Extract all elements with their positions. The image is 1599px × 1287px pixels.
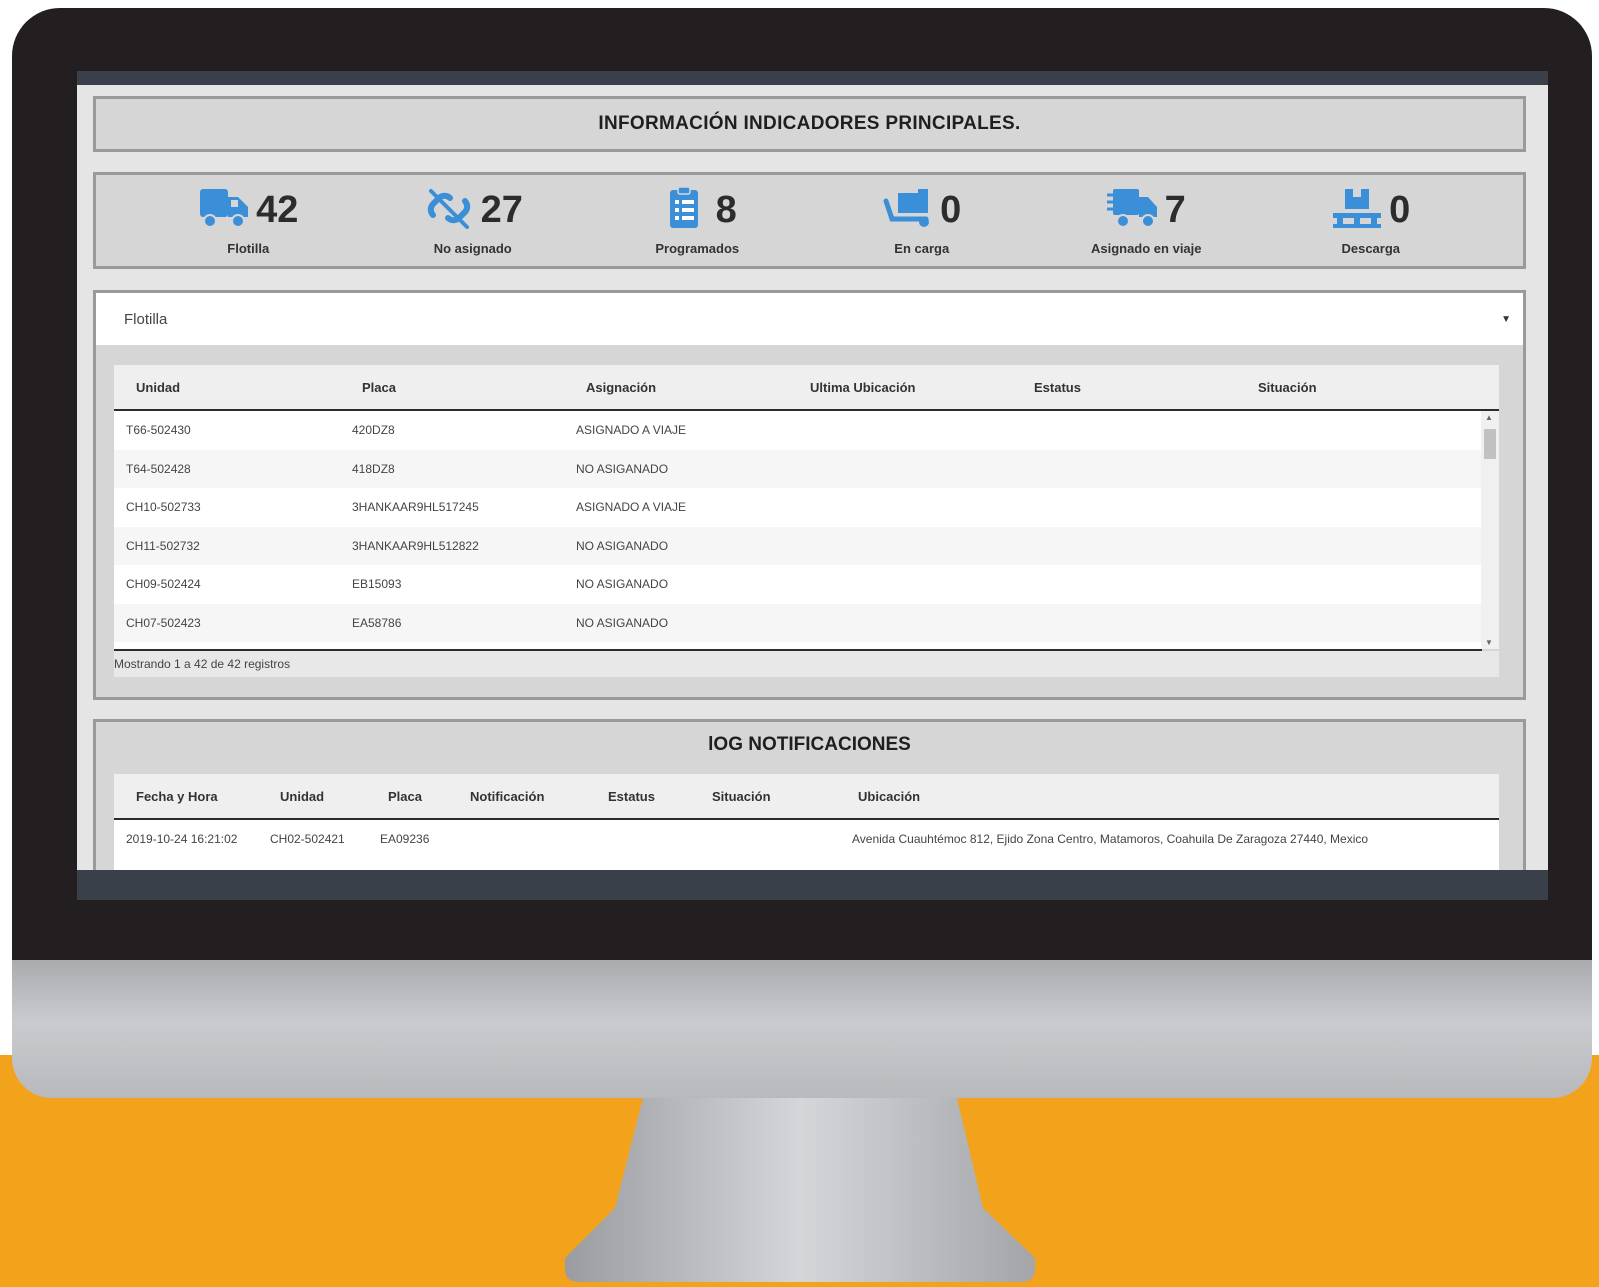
stat-descarga[interactable]: 0 Descarga: [1271, 185, 1471, 256]
table-info: Mostrando 1 a 42 de 42 registros: [114, 651, 1499, 677]
cell-unidad: CH07-502423: [126, 615, 201, 630]
scroll-down-icon[interactable]: ▼: [1485, 638, 1493, 647]
truck-moving-icon: [1106, 185, 1159, 236]
fleet-panel: Flotilla ▼ Unidad Placa Asignación Ultim…: [93, 290, 1526, 700]
column-header[interactable]: Situación: [690, 789, 836, 804]
stat-label: Asignado en viaje: [1090, 241, 1202, 256]
stat-value: 42: [256, 188, 299, 231]
stat-label: No asignado: [433, 241, 512, 256]
log-title: lOG NOTIFICACIONES: [708, 734, 911, 755]
stat-value: 0: [940, 188, 962, 231]
stat-label: Programados: [655, 241, 740, 256]
stat-label: Descarga: [1341, 241, 1401, 256]
unlink-icon: [423, 185, 475, 236]
stat-programados[interactable]: 8 Programados: [597, 185, 797, 256]
cell-placa: EA58786: [352, 615, 402, 630]
cell-asignacion: ASIGNADO A VIAJE: [576, 500, 687, 515]
column-header[interactable]: Estatus: [1012, 380, 1236, 395]
column-header[interactable]: Unidad: [114, 380, 340, 395]
cell-placa: 3HANKAAR9HL512822: [352, 538, 479, 553]
stat-flotilla[interactable]: 42 Flotilla: [148, 185, 348, 256]
column-header[interactable]: Fecha y Hora: [114, 789, 260, 804]
cell-placa: 418DZ8: [352, 461, 395, 476]
table-row[interactable]: T66-502430 420DZ8 ASIGNADO A VIAJE: [114, 411, 1499, 450]
cell-unidad: CH11-502732: [126, 538, 200, 553]
stat-en-carga[interactable]: 0 En carga: [822, 185, 1022, 256]
cell-placa: 3HANKAAR9HL517245: [352, 500, 479, 515]
table-row[interactable]: CH10-502733 3HANKAAR9HL517245 ASIGNADO A…: [114, 488, 1499, 527]
column-header[interactable]: Situación: [1236, 380, 1460, 395]
table-body: T66-502430 420DZ8 ASIGNADO A VIAJE T64-5…: [114, 411, 1499, 649]
stat-value: 7: [1164, 188, 1186, 231]
cell-placa: 420DZ8: [352, 423, 395, 438]
table-header: Unidad Placa Asignación Ultima Ubicación…: [114, 365, 1499, 411]
screen-top-bar: [77, 71, 1548, 85]
cell-placa: EA09236: [380, 832, 430, 846]
column-header[interactable]: Notificación: [448, 789, 578, 804]
truck-icon: [198, 185, 250, 236]
dolly-loading-icon: [882, 185, 934, 236]
cell-asignacion: NO ASIGANADO: [576, 615, 669, 630]
cell-asignacion: NO ASIGANADO: [576, 461, 669, 476]
table-row[interactable]: CH11-502732 3HANKAAR9HL512822 NO ASIGANA…: [114, 526, 1499, 565]
caret-down-icon[interactable]: ▼: [1501, 314, 1511, 325]
stat-label: En carga: [894, 241, 950, 256]
clipboard-list-icon: [658, 185, 710, 236]
stat-value: 8: [715, 188, 737, 231]
stat-label: Flotilla: [227, 241, 270, 256]
cell-ubicacion: Avenida Cuauhtémoc 812, Ejido Zona Centr…: [852, 832, 1369, 846]
column-header[interactable]: Ubicación: [836, 789, 1136, 804]
log-row[interactable]: 2019-10-24 16:21:02 CH02-502421 EA09236 …: [114, 820, 1499, 858]
page-title: INFORMACIÓN INDICADORES PRINCIPALES.: [598, 113, 1021, 134]
column-header[interactable]: Placa: [340, 380, 564, 395]
column-header[interactable]: Unidad: [260, 789, 364, 804]
fleet-select-value: Flotilla: [124, 310, 168, 328]
stat-value: 27: [480, 188, 523, 231]
stat-asignado-en-viaje[interactable]: 7 Asignado en viaje: [1046, 185, 1246, 256]
fleet-select[interactable]: Flotilla ▼: [96, 293, 1523, 345]
cell-fecha: 2019-10-24 16:21:02: [126, 832, 238, 846]
column-header[interactable]: Estatus: [578, 789, 690, 804]
column-header[interactable]: Ultima Ubicación: [788, 380, 1012, 395]
table-row[interactable]: CH09-502424 EB15093 NO ASIGANADO: [114, 565, 1499, 604]
monitor-chin: [12, 960, 1592, 1098]
table-scrollbar[interactable]: ▲ ▼: [1481, 411, 1499, 649]
cell-unidad: CH02-502421: [270, 832, 345, 846]
cell-placa: EB15093: [352, 577, 402, 592]
pallet-unload-icon: [1331, 185, 1383, 236]
cell-asignacion: ASIGNADO A VIAJE: [576, 423, 687, 438]
cell-unidad: T64-502428: [126, 461, 191, 476]
screen: INFORMACIÓN INDICADORES PRINCIPALES. 42 …: [77, 71, 1548, 900]
cell-unidad: CH10-502733: [126, 500, 201, 515]
stat-value: 0: [1389, 188, 1411, 231]
cell-asignacion: NO ASIGANADO: [576, 538, 669, 553]
fleet-table: Unidad Placa Asignación Ultima Ubicación…: [114, 365, 1499, 649]
monitor-stand: [565, 1098, 1035, 1282]
stats-panel: 42 Flotilla 27 No asignado 8 Programados: [93, 172, 1526, 269]
stat-no-asignado[interactable]: 27 No asignado: [373, 185, 573, 256]
scroll-up-icon[interactable]: ▲: [1485, 413, 1493, 422]
table-row[interactable]: CH07-502423 EA58786 NO ASIGANADO: [114, 603, 1499, 642]
log-table-header: Fecha y Hora Unidad Placa Notificación E…: [114, 774, 1499, 820]
cell-unidad: CH09-502424: [126, 577, 201, 592]
table-row[interactable]: T64-502428 418DZ8 NO ASIGANADO: [114, 449, 1499, 488]
scrollbar-thumb[interactable]: [1484, 429, 1496, 459]
cell-unidad: T66-502430: [126, 423, 191, 438]
indicators-title-panel: INFORMACIÓN INDICADORES PRINCIPALES.: [93, 96, 1526, 152]
cell-asignacion: NO ASIGANADO: [576, 577, 669, 592]
screen-bottom-bar: [77, 870, 1548, 900]
column-header[interactable]: Placa: [364, 789, 448, 804]
column-header[interactable]: Asignación: [564, 380, 788, 395]
